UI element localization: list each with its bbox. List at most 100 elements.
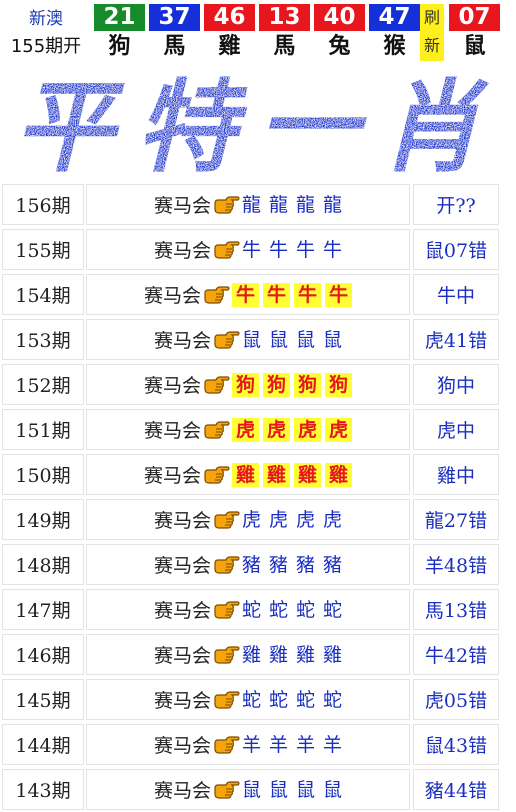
pick-cell: 赛马会雞雞雞雞 (86, 634, 410, 675)
zodiac-pick: 虎 (241, 508, 261, 531)
zodiac-picks: 虎虎虎虎 (231, 417, 353, 442)
zodiac-pick: 龍 (268, 193, 288, 216)
zodiac-picks: 豬豬豬豬 (242, 553, 342, 577)
site-label: 赛马会 (153, 780, 211, 802)
zodiac-pick: 蛇 (241, 598, 261, 621)
result-cell: 牛42错 (413, 634, 499, 675)
table-row: 147期 赛马会蛇蛇蛇蛇馬13错 (0, 587, 516, 632)
result-cell: 鼠07错 (413, 229, 499, 270)
zodiac-picks: 牛牛牛牛 (242, 238, 342, 262)
ball-number: 13 (259, 4, 310, 31)
result-cell: 牛中 (413, 274, 499, 315)
draw-ball: 13 馬 (259, 4, 310, 61)
site-label: 赛马会 (153, 510, 211, 532)
pick-cell: 赛马会羊羊羊羊 (86, 724, 410, 765)
pointing-hand-icon (214, 645, 240, 664)
pointing-hand-icon (214, 240, 240, 259)
zodiac-pick: 鼠 (241, 778, 261, 801)
zodiac-pick: 雞 (268, 643, 288, 666)
zodiac-pick: 虎 (268, 508, 288, 531)
brand-label: 新澳 (29, 9, 63, 29)
period-cell: 146期 (2, 634, 84, 675)
zodiac-picks: 虎虎虎虎 (242, 508, 342, 532)
zodiac-pick: 蛇 (323, 688, 343, 711)
period-cell: 151期 (2, 409, 84, 450)
zodiac-pick: 蛇 (268, 688, 288, 711)
draw-ball: 37 馬 (149, 4, 200, 61)
site-label: 赛马会 (153, 555, 211, 577)
period-cell: 144期 (2, 724, 84, 765)
result-cell: 羊48错 (413, 544, 499, 585)
draw-period-label: 155期开 (10, 36, 82, 57)
pointing-hand-icon (214, 195, 240, 214)
zodiac-picks: 雞雞雞雞 (231, 462, 353, 487)
ball-number: 40 (314, 4, 365, 31)
site-label: 赛马会 (153, 690, 211, 712)
zodiac-pick: 羊 (296, 733, 316, 756)
draw-ball: 47 猴 (369, 4, 420, 61)
period-cell: 149期 (2, 499, 84, 540)
zodiac-pick: 狗 (294, 372, 322, 397)
zodiac-pick: 豬 (268, 553, 288, 576)
zodiac-pick: 豬 (323, 553, 343, 576)
zodiac-picks: 羊羊羊羊 (242, 733, 342, 757)
ball-zodiac: 馬 (273, 33, 296, 59)
result-cell: 开?? (413, 184, 499, 225)
banner-title: 平特一肖 (14, 72, 502, 178)
zodiac-pick: 鼠 (268, 328, 288, 351)
zodiac-pick: 羊 (323, 733, 343, 756)
pick-cell: 赛马会 雞雞雞雞 (86, 454, 410, 495)
title-banner: 平特一肖 (0, 68, 516, 186)
site-label: 赛马会 (153, 330, 211, 352)
zodiac-pick: 牛 (268, 238, 288, 261)
zodiac-pick: 蛇 (323, 598, 343, 621)
zodiac-pick: 羊 (241, 733, 261, 756)
ball-number: 07 (449, 4, 500, 31)
zodiac-pick: 狗 (231, 372, 259, 397)
zodiac-pick: 雞 (231, 462, 259, 487)
pick-cell: 赛马会蛇蛇蛇蛇 (86, 679, 410, 720)
zodiac-pick: 牛 (323, 238, 343, 261)
zodiac-pick: 牛 (241, 238, 261, 261)
result-cell: 狗中 (413, 364, 499, 405)
pick-cell: 赛马会牛牛牛牛 (86, 229, 410, 270)
pick-cell: 赛马会龍龍龍龍 (86, 184, 410, 225)
zodiac-pick: 鼠 (323, 328, 343, 351)
period-cell: 150期 (2, 454, 84, 495)
zodiac-pick: 狗 (262, 372, 290, 397)
result-cell: 雞中 (413, 454, 499, 495)
period-cell: 152期 (2, 364, 84, 405)
result-cell: 鼠43错 (413, 724, 499, 765)
zodiac-pick: 牛 (231, 282, 259, 307)
zodiac-pick: 虎 (323, 508, 343, 531)
site-label: 赛马会 (143, 465, 201, 487)
ball-number: 47 (369, 4, 420, 31)
pick-cell: 赛马会狗狗狗狗 (86, 364, 410, 405)
table-row: 152期 赛马会狗狗狗狗狗中 (0, 362, 516, 407)
result-cell: 虎41错 (413, 319, 499, 360)
zodiac-pick: 龍 (241, 193, 261, 216)
zodiac-pick: 牛 (325, 282, 353, 307)
pointing-hand-icon (204, 465, 230, 484)
pointing-hand-icon (214, 735, 240, 754)
draw-ball: 21 狗 (94, 4, 145, 61)
zodiac-pick: 蛇 (296, 598, 316, 621)
period-cell: 156期 (2, 184, 84, 225)
zodiac-pick: 雞 (262, 462, 290, 487)
zodiac-picks: 蛇蛇蛇蛇 (242, 688, 342, 712)
pointing-hand-icon (214, 510, 240, 529)
pointing-hand-icon (214, 690, 240, 709)
pointing-hand-icon (204, 420, 230, 439)
zodiac-picks: 蛇蛇蛇蛇 (242, 598, 342, 622)
table-row: 153期 赛马会鼠鼠鼠鼠虎41错 (0, 317, 516, 362)
refresh-button[interactable]: 刷新 (420, 4, 444, 61)
draw-ball: 07 鼠 (449, 4, 500, 61)
result-cell: 馬13错 (413, 589, 499, 630)
zodiac-picks: 龍龍龍龍 (242, 193, 342, 217)
zodiac-pick: 牛 (296, 238, 316, 261)
table-row: 150期 赛马会 雞雞雞雞 雞中 (0, 452, 516, 497)
zodiac-pick: 豬 (296, 553, 316, 576)
pick-cell: 赛马会鼠鼠鼠鼠 (86, 769, 410, 810)
ball-zodiac: 狗 (108, 33, 131, 59)
table-row: 149期 赛马会虎虎虎虎龍27错 (0, 497, 516, 542)
